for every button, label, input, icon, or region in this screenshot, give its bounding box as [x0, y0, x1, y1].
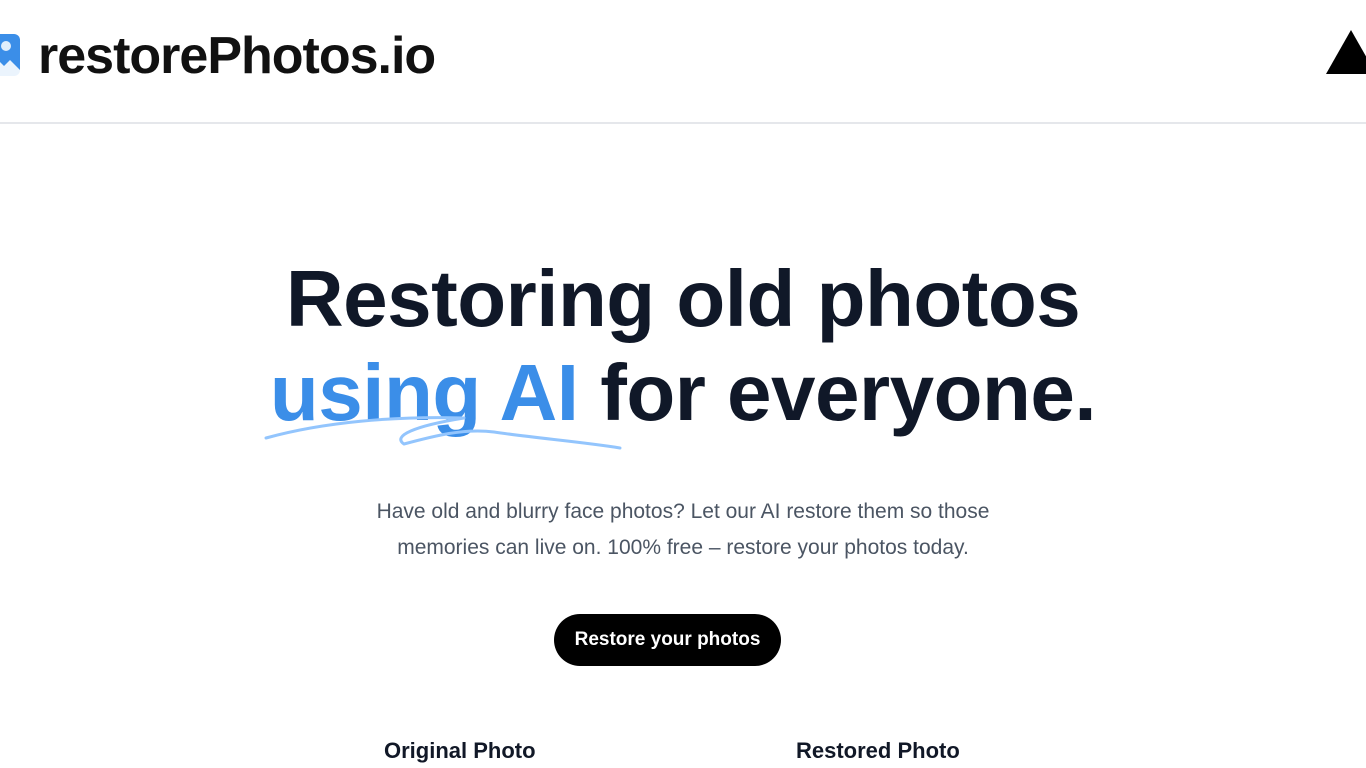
vercel-triangle-icon — [1326, 30, 1366, 74]
hero-title: Restoring old photos using AI for everyo… — [0, 252, 1366, 450]
hero-title-rest: for everyone. — [600, 348, 1097, 437]
image-icon — [0, 34, 20, 76]
deploy-link[interactable] — [1326, 30, 1366, 76]
original-photo-label: Original Photo — [384, 738, 536, 763]
hero-subtitle: Have old and blurry face photos? Let our… — [283, 494, 1083, 566]
hero-title-line1: Restoring old photos — [285, 254, 1081, 343]
hero-subtitle-line2: memories can live on. 100% free – restor… — [397, 536, 969, 559]
restore-photos-button[interactable]: Restore your photos — [554, 614, 781, 666]
scribble-underline — [264, 416, 622, 450]
hero-title-highlight: using AI — [264, 346, 622, 450]
hero-subtitle-line1: Have old and blurry face photos? Let our… — [376, 500, 990, 523]
logo-text: restorePhotos.io — [38, 27, 436, 85]
hero-title-line2: using AI for everyone. — [0, 346, 1366, 450]
site-header: restorePhotos.io — [0, 0, 1366, 124]
restored-photo-label: Restored Photo — [796, 738, 960, 763]
